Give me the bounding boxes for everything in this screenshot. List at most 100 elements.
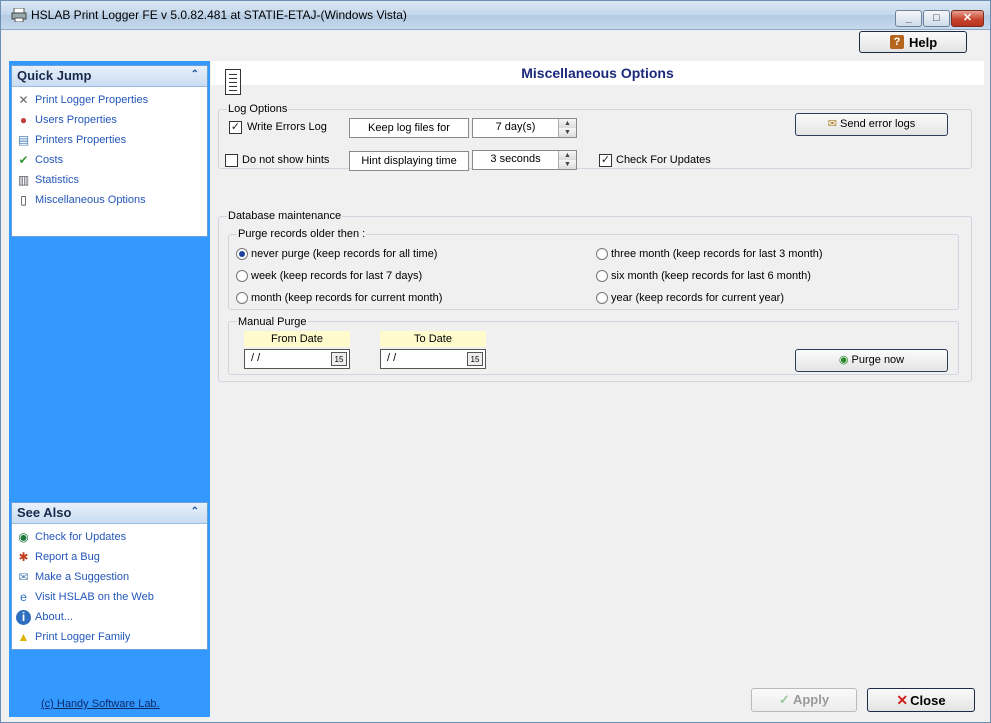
see-also-item-check-for-updates[interactable]: ◉ Check for Updates bbox=[12, 528, 207, 548]
keep-log-value: 7 day(s) bbox=[495, 121, 536, 133]
see-also-item-about[interactable]: i About... bbox=[12, 608, 207, 628]
close-label: Close bbox=[910, 693, 946, 708]
to-date-header: To Date bbox=[380, 331, 486, 347]
quick-jump-item-print-logger-properties[interactable]: ✕ Print Logger Properties bbox=[12, 91, 207, 111]
hint-time-spinner[interactable]: 3 seconds ▲ ▼ bbox=[472, 150, 577, 170]
apply-button[interactable]: ✓ Apply bbox=[751, 688, 857, 712]
to-date-field[interactable]: / / 15 bbox=[380, 349, 486, 369]
printer-app-icon bbox=[11, 8, 27, 22]
see-also-header[interactable]: See Also ⌃ bbox=[12, 503, 207, 524]
warning-icon: ▲ bbox=[17, 630, 30, 644]
quick-jump-title: Quick Jump bbox=[17, 68, 92, 83]
write-errors-label: Write Errors Log bbox=[247, 121, 327, 133]
write-errors-checkbox[interactable]: ✓ bbox=[229, 121, 242, 134]
purge-now-button[interactable]: ◉ Purge now bbox=[795, 349, 948, 372]
title-bar[interactable]: HSLAB Print Logger FE v 5.0.82.481 at ST… bbox=[1, 1, 990, 30]
radio-six-month[interactable] bbox=[596, 270, 608, 282]
to-date-value: / / bbox=[387, 352, 397, 364]
maximize-button[interactable]: □ bbox=[923, 10, 950, 27]
see-also-item-label: Report a Bug bbox=[35, 551, 100, 563]
from-date-field[interactable]: / / 15 bbox=[244, 349, 350, 369]
log-options-label: Log Options bbox=[227, 103, 289, 115]
see-also-item-make-a-suggestion[interactable]: ✉ Make a Suggestion bbox=[12, 568, 207, 588]
radio-year-label: year (keep records for current year) bbox=[611, 292, 785, 304]
spin-down-icon[interactable]: ▼ bbox=[558, 160, 576, 169]
check-icon: ✓ bbox=[778, 692, 790, 707]
see-also-item-print-logger-family[interactable]: ▲ Print Logger Family bbox=[12, 628, 207, 648]
help-icon: ? bbox=[890, 35, 904, 49]
radio-never-purge-label: never purge (keep records for all time) bbox=[251, 248, 438, 260]
radio-year[interactable] bbox=[596, 292, 608, 304]
calendar-icon[interactable]: 15 bbox=[467, 352, 483, 366]
check-updates-checkbox[interactable]: ✓ bbox=[599, 154, 612, 167]
users-icon: ● bbox=[19, 113, 28, 127]
quick-jump-item-printers-properties[interactable]: ▤ Printers Properties bbox=[12, 131, 207, 151]
quick-jump-item-label: Printers Properties bbox=[35, 134, 127, 146]
see-also-item-label: Visit HSLAB on the Web bbox=[35, 591, 154, 603]
see-also-item-label: Make a Suggestion bbox=[35, 571, 130, 583]
manual-purge-label: Manual Purge bbox=[237, 316, 308, 328]
spin-up-icon[interactable]: ▲ bbox=[558, 151, 576, 160]
quick-jump-header[interactable]: Quick Jump ⌃ bbox=[12, 66, 207, 87]
quick-jump-item-statistics[interactable]: ▥ Statistics bbox=[12, 171, 207, 191]
from-date-header: From Date bbox=[244, 331, 350, 347]
close-x-icon: ✕ bbox=[896, 692, 909, 708]
document-icon: ▯ bbox=[20, 193, 27, 207]
hint-time-label: Hint displaying time bbox=[349, 151, 469, 171]
collapse-icon[interactable]: ⌃ bbox=[191, 506, 199, 517]
main-content: Miscellaneous Options Log Options ✓ Writ… bbox=[211, 61, 984, 717]
no-hints-label: Do not show hints bbox=[242, 154, 330, 166]
info-icon: i bbox=[16, 610, 31, 625]
envelope-icon: ✉ bbox=[827, 118, 837, 130]
apply-label: Apply bbox=[792, 692, 830, 707]
maximize-icon: □ bbox=[933, 12, 940, 24]
quick-jump-item-miscellaneous-options[interactable]: ▯ Miscellaneous Options bbox=[12, 191, 207, 211]
see-also-item-visit-hslab[interactable]: e Visit HSLAB on the Web bbox=[12, 588, 207, 608]
spin-up-icon[interactable]: ▲ bbox=[558, 119, 576, 128]
sidebar: Quick Jump ⌃ ✕ Print Logger Properties ●… bbox=[9, 61, 210, 717]
window-title: HSLAB Print Logger FE v 5.0.82.481 at ST… bbox=[31, 8, 407, 22]
see-also-item-report-a-bug[interactable]: ✱ Report a Bug bbox=[12, 548, 207, 568]
radio-month[interactable] bbox=[236, 292, 248, 304]
send-error-logs-label: Send error logs bbox=[840, 118, 916, 130]
statistics-icon: ▥ bbox=[17, 173, 30, 187]
help-button[interactable]: ? Help bbox=[859, 31, 967, 53]
quick-jump-item-costs[interactable]: ✔ Costs bbox=[12, 151, 207, 171]
mail-icon: ✉ bbox=[18, 570, 29, 584]
database-maintenance-label: Database maintenance bbox=[227, 210, 343, 222]
spin-down-icon[interactable]: ▼ bbox=[558, 128, 576, 137]
quick-jump-item-label: Statistics bbox=[35, 174, 80, 186]
keep-log-spinner[interactable]: 7 day(s) ▲ ▼ bbox=[472, 118, 577, 138]
see-also-item-label: Check for Updates bbox=[35, 531, 127, 543]
globe-icon: ◉ bbox=[18, 530, 29, 544]
quick-jump-item-label: Users Properties bbox=[35, 114, 117, 126]
no-hints-checkbox[interactable] bbox=[225, 154, 238, 167]
web-icon: e bbox=[20, 590, 27, 604]
check-updates-label: Check For Updates bbox=[616, 154, 711, 166]
window-close-button[interactable]: ✕ bbox=[951, 10, 984, 27]
send-error-logs-button[interactable]: ✉ Send error logs bbox=[795, 113, 948, 136]
see-also-title: See Also bbox=[17, 505, 72, 520]
radio-never-purge[interactable] bbox=[236, 248, 248, 260]
bug-icon: ✱ bbox=[18, 550, 29, 564]
minimize-button[interactable]: _ bbox=[895, 10, 922, 27]
radio-week[interactable] bbox=[236, 270, 248, 282]
radio-three-month[interactable] bbox=[596, 248, 608, 260]
hint-time-value: 3 seconds bbox=[490, 153, 541, 165]
quick-jump-item-users-properties[interactable]: ● Users Properties bbox=[12, 111, 207, 131]
radio-three-month-label: three month (keep records for last 3 mon… bbox=[611, 248, 823, 260]
quick-jump-item-label: Print Logger Properties bbox=[35, 94, 149, 106]
close-button[interactable]: ✕ Close bbox=[867, 688, 975, 712]
see-also-item-label: About... bbox=[35, 611, 73, 623]
quick-jump-panel: Quick Jump ⌃ ✕ Print Logger Properties ●… bbox=[11, 65, 208, 237]
purge-now-label: Purge now bbox=[851, 354, 905, 366]
tools-icon: ✕ bbox=[18, 93, 29, 107]
radio-six-month-label: six month (keep records for last 6 month… bbox=[611, 270, 811, 282]
see-also-panel: See Also ⌃ ◉ Check for Updates ✱ Report … bbox=[11, 502, 208, 650]
quick-jump-item-label: Costs bbox=[35, 154, 64, 166]
calendar-icon[interactable]: 15 bbox=[331, 352, 347, 366]
radio-month-label: month (keep records for current month) bbox=[251, 292, 443, 304]
copyright-link[interactable]: (c) Handy Software Lab. bbox=[41, 698, 160, 710]
collapse-icon[interactable]: ⌃ bbox=[191, 69, 199, 80]
see-also-list: ◉ Check for Updates ✱ Report a Bug ✉ Mak… bbox=[12, 524, 207, 648]
